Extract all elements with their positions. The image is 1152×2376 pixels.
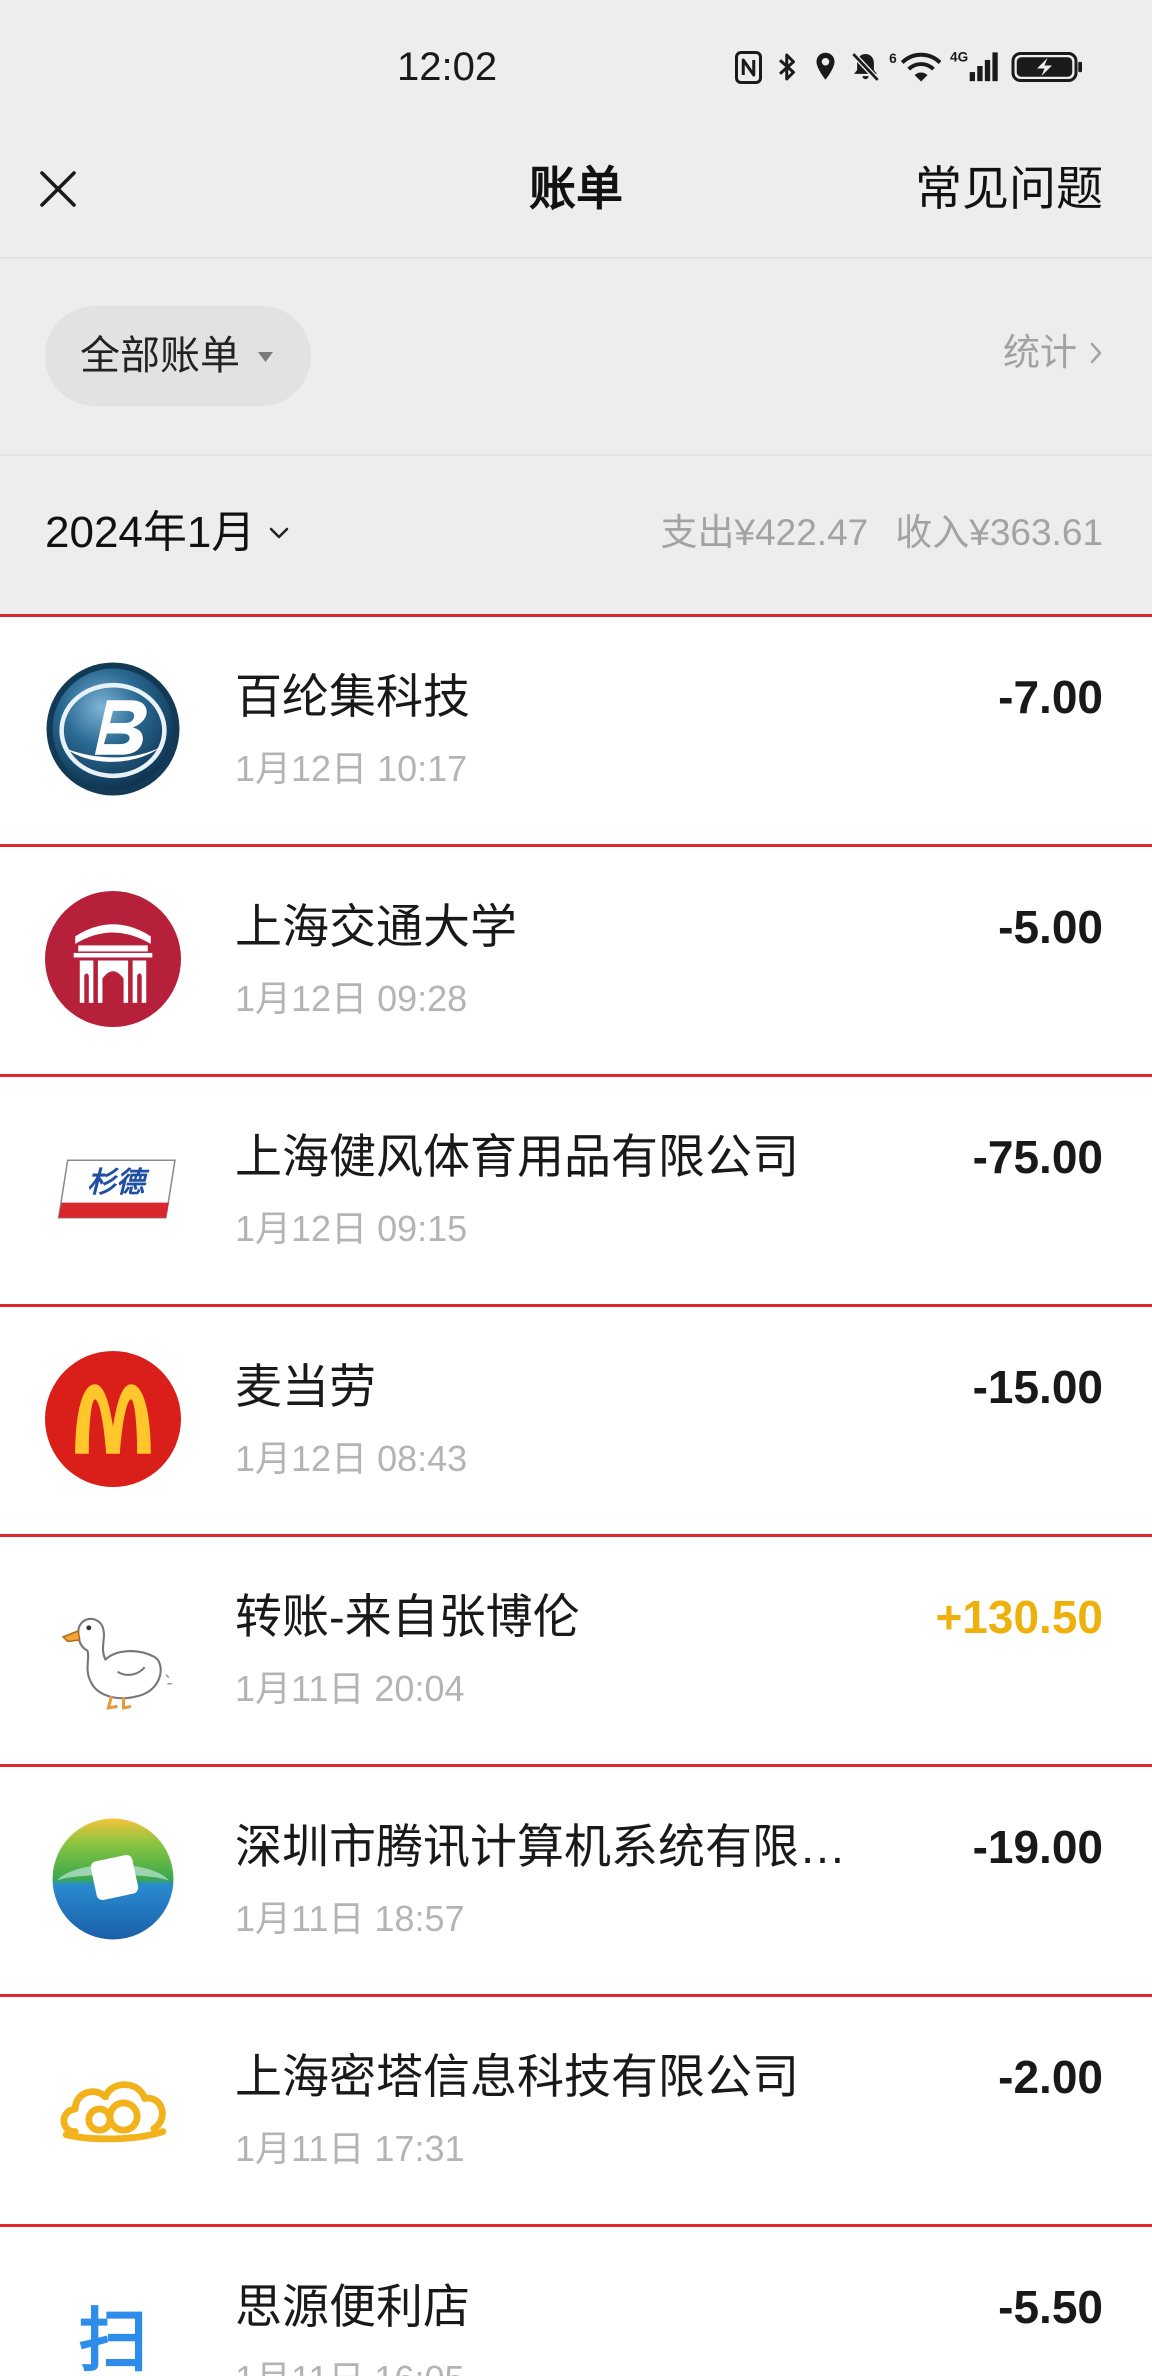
transaction-row[interactable]: 上海密塔信息科技有限公司 1月11日 17:31 -2.00 <box>0 1994 1152 2224</box>
transaction-time: 1月11日 16:05 <box>235 2357 464 2376</box>
transaction-row[interactable]: 扫 思源便利店 1月11日 16:05 -5.50 <box>0 2224 1152 2376</box>
merchant-avatar <box>45 661 181 797</box>
network-badge: 4G <box>950 49 968 64</box>
faq-link[interactable]: 常见问题 <box>915 159 1103 219</box>
tencent-logo-icon <box>52 1818 174 1940</box>
stats-label: 统计 <box>1003 332 1077 373</box>
transaction-time: 1月11日 17:31 <box>235 2128 465 2169</box>
header-divider <box>0 257 1152 259</box>
transaction-amount: -75.00 <box>972 1131 1103 1183</box>
cloud-logo-icon <box>60 2081 167 2143</box>
transaction-amount: -15.00 <box>972 1361 1103 1413</box>
expense-total: 支出¥422.47 <box>660 512 869 553</box>
merchant-name: 百纶集科技 <box>235 670 470 723</box>
signal-icon: 4G <box>950 49 998 82</box>
duck-avatar-icon <box>61 1617 172 1710</box>
wifi-badge: 6 <box>889 51 897 66</box>
bailunji-logo-icon <box>46 662 180 796</box>
transaction-row[interactable]: 深圳市腾讯计算机系统有限… 1月11日 18:57 -19.00 <box>0 1764 1152 1994</box>
transaction-time: 1月11日 20:04 <box>235 1668 465 1709</box>
transaction-amount: -5.00 <box>998 901 1103 953</box>
merchant-avatar <box>45 2041 181 2177</box>
chevron-down-icon <box>270 527 289 539</box>
bill-page: 12:02 6 4G 账单 常见问题 全部账单 统计 2024年1月 支出¥42… <box>0 0 1152 2376</box>
mute-icon <box>851 52 880 82</box>
merchant-name: 上海健风体育用品有限公司 <box>235 1130 799 1183</box>
transaction-time: 1月12日 09:15 <box>235 1208 468 1249</box>
bill-header-area: 12:02 6 4G 账单 常见问题 全部账单 统计 2024年1月 支出¥42… <box>0 0 1152 614</box>
merchant-avatar <box>45 1581 181 1717</box>
location-icon <box>816 52 835 80</box>
transaction-row[interactable]: 转账-来自张博伦 1月11日 20:04 +130.50 <box>0 1534 1152 1764</box>
merchant-avatar: 扫 <box>45 2271 181 2372</box>
transaction-amount: +130.50 <box>935 1591 1103 1643</box>
close-icon[interactable] <box>38 169 78 209</box>
page-title: 账单 <box>529 162 623 215</box>
merchant-name: 麦当劳 <box>235 1360 376 1413</box>
nfc-icon <box>735 51 762 84</box>
merchant-avatar <box>45 1351 181 1487</box>
mcdonalds-logo-icon <box>45 1351 181 1487</box>
transaction-list: 百纶集科技 1月12日 10:17 -7.00 上海交通大学 1月12日 09:… <box>0 614 1152 2376</box>
wifi-icon: 6 <box>889 51 941 82</box>
scan-logo-text: 扫 <box>78 2301 147 2372</box>
merchant-avatar <box>45 1811 181 1947</box>
scan-logo-icon: 扫 <box>78 2301 147 2372</box>
status-bar: 12:02 6 4G <box>0 0 1152 134</box>
transaction-row[interactable]: 麦当劳 1月12日 08:43 -15.00 <box>0 1304 1152 1534</box>
chevron-right-icon <box>1090 342 1102 364</box>
merchant-name: 转账-来自张博伦 <box>235 1590 580 1643</box>
bill-type-filter-button[interactable]: 全部账单 <box>45 306 311 406</box>
merchant-name: 上海密塔信息科技有限公司 <box>235 2050 799 2103</box>
transaction-amount: -5.50 <box>998 2281 1103 2333</box>
merchant-name: 思源便利店 <box>235 2280 470 2333</box>
transaction-amount: -2.00 <box>998 2051 1103 2103</box>
month-label: 2024年1月 <box>45 508 256 557</box>
transaction-row[interactable]: 上海交通大学 1月12日 09:28 -5.00 <box>0 844 1152 1074</box>
battery-charging-icon <box>1011 52 1082 82</box>
transaction-time: 1月12日 09:28 <box>235 978 468 1019</box>
merchant-avatar <box>45 891 181 1027</box>
transaction-amount: -7.00 <box>998 671 1103 723</box>
transaction-time: 1月12日 08:43 <box>235 1438 468 1479</box>
transaction-amount: -19.00 <box>972 1821 1103 1873</box>
transaction-time: 1月12日 10:17 <box>235 748 468 789</box>
sjtu-logo-icon <box>45 891 181 1027</box>
merchant-name: 上海交通大学 <box>235 900 517 953</box>
merchant-name: 深圳市腾讯计算机系统有限… <box>235 1820 846 1873</box>
transaction-time: 1月11日 18:57 <box>235 1898 465 1939</box>
sand-pay-logo-icon: 杉德 <box>57 1159 176 1219</box>
bill-type-filter-label: 全部账单 <box>80 334 240 378</box>
transaction-row[interactable]: 杉德 上海健风体育用品有限公司 1月12日 09:15 -75.00 <box>0 1074 1152 1304</box>
bluetooth-icon <box>779 53 795 81</box>
filter-divider <box>0 454 1152 456</box>
month-summary: 支出¥422.47 收入¥363.61 <box>661 511 1104 555</box>
merchant-avatar: 杉德 <box>45 1121 181 1257</box>
stats-link[interactable]: 统计 <box>1003 328 1103 378</box>
month-picker[interactable]: 2024年1月 <box>45 505 289 561</box>
income-total: 收入¥363.61 <box>895 512 1103 553</box>
sand-pay-logo-text: 杉德 <box>87 1167 150 1199</box>
status-time: 12:02 <box>397 45 498 89</box>
caret-down-icon <box>258 352 273 362</box>
transaction-row[interactable]: 百纶集科技 1月12日 10:17 -7.00 <box>0 614 1152 844</box>
